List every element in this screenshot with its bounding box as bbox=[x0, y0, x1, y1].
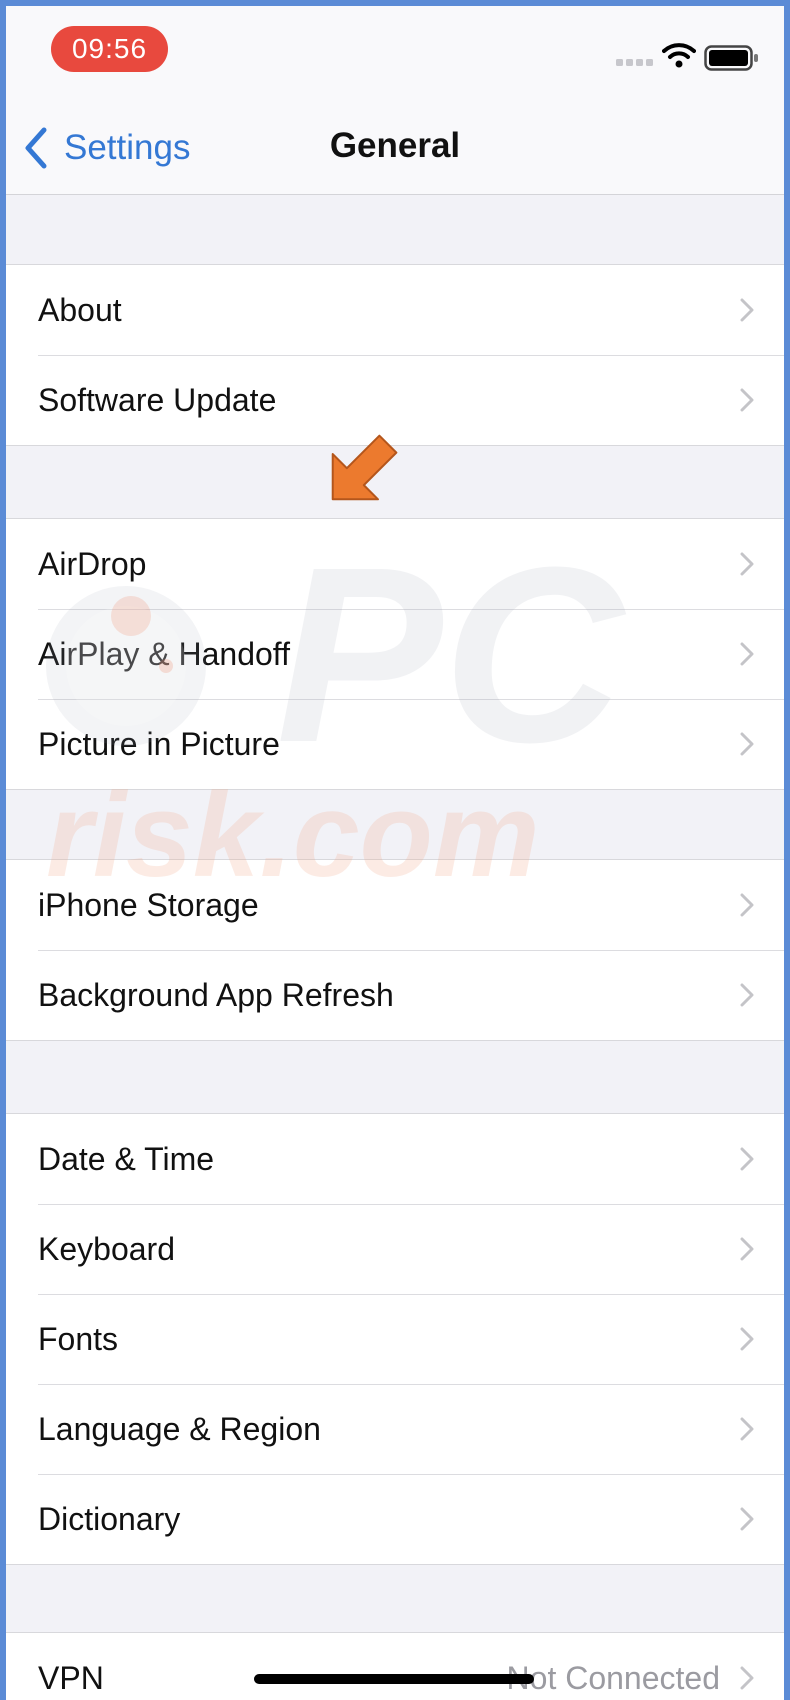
row-language-region[interactable]: Language & Region bbox=[6, 1384, 784, 1474]
pointer-arrow-icon bbox=[331, 434, 398, 501]
row-dictionary[interactable]: Dictionary bbox=[6, 1474, 784, 1564]
settings-list: About Software Update AirDrop AirPlay & … bbox=[6, 194, 784, 1700]
row-label: Background App Refresh bbox=[38, 976, 394, 1013]
settings-group: VPN Not Connected bbox=[6, 1632, 784, 1700]
chevron-right-icon bbox=[740, 298, 754, 322]
chevron-right-icon bbox=[740, 1417, 754, 1441]
vpn-status-value: Not Connected bbox=[506, 1659, 720, 1696]
row-label: About bbox=[38, 291, 122, 328]
chevron-right-icon bbox=[740, 642, 754, 666]
page-title: General bbox=[329, 126, 461, 165]
row-date-time[interactable]: Date & Time bbox=[6, 1114, 784, 1204]
settings-group: AirDrop AirPlay & Handoff Picture in Pic… bbox=[6, 518, 784, 790]
battery-icon bbox=[704, 45, 758, 71]
chevron-right-icon bbox=[740, 1666, 754, 1690]
row-label: AirDrop bbox=[38, 545, 147, 582]
row-label: iPhone Storage bbox=[38, 886, 259, 923]
chevron-right-icon bbox=[740, 552, 754, 576]
row-label: Dictionary bbox=[38, 1500, 181, 1537]
chevron-right-icon bbox=[740, 732, 754, 756]
status-bar: 09:56 bbox=[6, 6, 784, 96]
cellular-signal-icon bbox=[616, 59, 653, 66]
row-label: AirPlay & Handoff bbox=[38, 635, 290, 672]
navigation-bar: Settings General bbox=[6, 96, 784, 195]
chevron-right-icon bbox=[740, 1327, 754, 1351]
row-label: Language & Region bbox=[38, 1410, 321, 1447]
row-background-app-refresh[interactable]: Background App Refresh bbox=[6, 950, 784, 1040]
row-iphone-storage[interactable]: iPhone Storage bbox=[6, 860, 784, 950]
row-label: Software Update bbox=[38, 381, 277, 418]
chevron-right-icon bbox=[740, 1507, 754, 1531]
chevron-right-icon bbox=[740, 388, 754, 412]
chevron-right-icon bbox=[740, 1237, 754, 1261]
row-label: Fonts bbox=[38, 1320, 119, 1357]
row-fonts[interactable]: Fonts bbox=[6, 1294, 784, 1384]
row-label: VPN bbox=[38, 1659, 104, 1696]
row-keyboard[interactable]: Keyboard bbox=[6, 1204, 784, 1294]
row-airdrop[interactable]: AirDrop bbox=[6, 519, 784, 609]
phone-screen: 09:56 Settings General About Software Up… bbox=[6, 6, 784, 1700]
row-about[interactable]: About bbox=[6, 265, 784, 355]
settings-group: iPhone Storage Background App Refresh bbox=[6, 859, 784, 1041]
wifi-icon bbox=[662, 43, 696, 68]
settings-group: Date & Time Keyboard Fonts Language & Re… bbox=[6, 1113, 784, 1565]
settings-group: About Software Update bbox=[6, 264, 784, 446]
chevron-right-icon bbox=[740, 893, 754, 917]
row-label: Keyboard bbox=[38, 1230, 175, 1267]
chevron-right-icon bbox=[740, 983, 754, 1007]
chevron-right-icon bbox=[740, 1147, 754, 1171]
status-time: 09:56 bbox=[51, 26, 168, 72]
row-label: Picture in Picture bbox=[38, 725, 280, 762]
home-indicator[interactable] bbox=[254, 1674, 534, 1684]
row-airplay-handoff[interactable]: AirPlay & Handoff bbox=[6, 609, 784, 699]
row-label: Date & Time bbox=[38, 1140, 215, 1177]
row-picture-in-picture[interactable]: Picture in Picture bbox=[6, 699, 784, 789]
row-vpn[interactable]: VPN Not Connected bbox=[6, 1633, 784, 1700]
